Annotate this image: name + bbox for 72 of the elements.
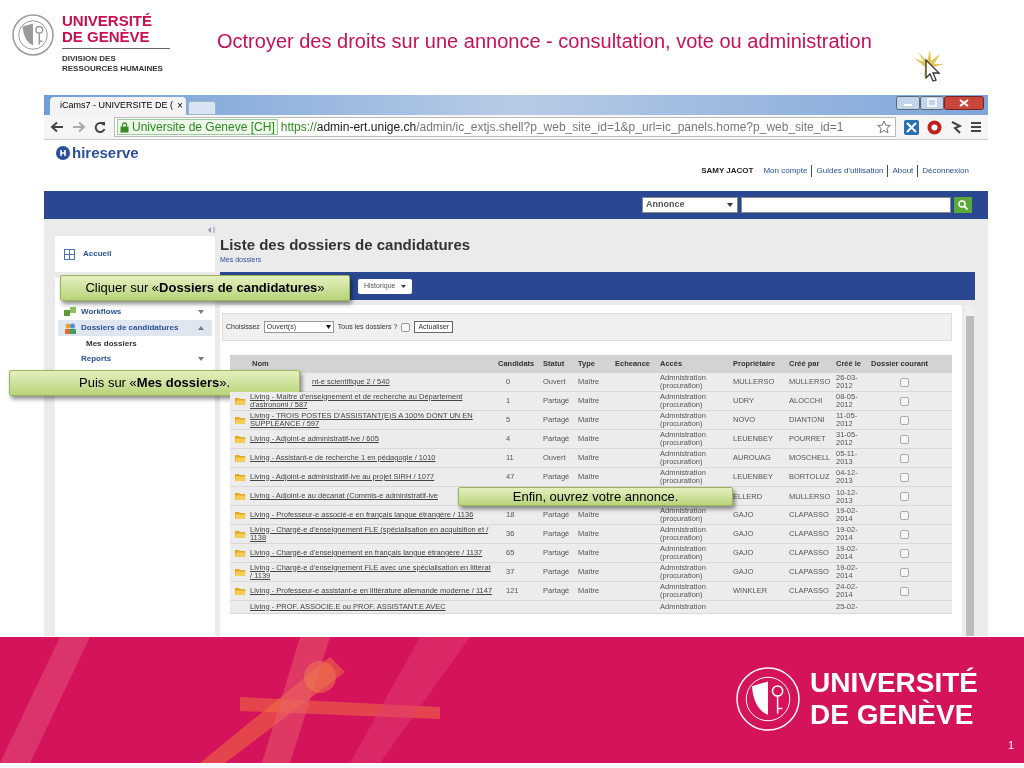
seal-icon <box>736 667 800 731</box>
checkbox[interactable] <box>900 453 909 463</box>
tab-title: iCams7 - UNIVERSITE DE ( <box>60 99 173 113</box>
forward-icon[interactable] <box>72 121 86 133</box>
search-icon <box>958 200 968 210</box>
checkbox[interactable] <box>900 492 909 501</box>
page-title: Liste des dossiers de candidatures <box>220 236 472 253</box>
checkbox[interactable] <box>900 529 909 539</box>
checkbox[interactable] <box>401 322 411 332</box>
search-field[interactable] <box>741 197 951 213</box>
grid-icon <box>64 248 75 260</box>
home-menu-item[interactable]: Accueil <box>55 236 215 272</box>
address-bar[interactable]: Universite de Geneve [CH] https://admin-ert.unige.ch/admin/ic_extjs.shell?p_web_site_id=1&p_url=ic_panels.home?p_web_site_id=1 <box>114 117 896 137</box>
back-icon[interactable] <box>50 121 64 133</box>
header-link[interactable]: About <box>887 165 918 177</box>
menu-icon[interactable] <box>970 121 982 133</box>
caret-icon <box>198 310 204 314</box>
collapse-icon[interactable] <box>208 227 215 233</box>
checkbox[interactable] <box>900 415 909 425</box>
caret-icon <box>198 357 204 361</box>
search-button[interactable] <box>954 197 972 213</box>
caret-icon <box>400 284 406 288</box>
security-label: Universite de Geneve [CH] <box>132 119 275 136</box>
checkbox[interactable] <box>900 377 909 387</box>
extension-icon[interactable] <box>950 119 962 135</box>
new-tab-button[interactable] <box>188 101 216 115</box>
header-link[interactable]: Mon compte <box>759 165 812 177</box>
type-select[interactable]: Annonce <box>642 197 738 213</box>
page-number: 1 <box>1007 737 1014 753</box>
user-name: SAMY JACOT <box>701 165 754 177</box>
logo-text: DE GENÈVE <box>810 699 975 731</box>
lock-icon <box>120 121 129 133</box>
close-icon[interactable]: × <box>177 101 183 111</box>
callout-note: Enfin, ouvrez votre annonce. <box>458 487 733 506</box>
caret-icon <box>198 326 204 330</box>
checkbox[interactable] <box>900 510 909 520</box>
extension-icon[interactable] <box>927 119 942 135</box>
browser-tab[interactable]: iCams7 - UNIVERSITE DE ( × <box>50 97 186 115</box>
scrollbar-thumb[interactable] <box>966 316 974 636</box>
checkbox[interactable] <box>900 472 909 482</box>
logo-text: DE GENÈVE <box>62 29 151 45</box>
division-text: DIVISION DES <box>62 54 117 64</box>
header-link[interactable]: Guides d'utilisation <box>811 165 888 177</box>
people-icon <box>64 322 76 334</box>
checkbox[interactable] <box>900 434 909 444</box>
brand-name: hireserve <box>72 145 139 161</box>
star-icon[interactable] <box>877 120 891 134</box>
url-text: https://admin-ert.unige.ch/admin/ic_extjs.shell?p_web_site_id=1&p_url=ic_panels.home?p_web_site_id=1 <box>280 119 844 136</box>
slide-title: Octroyer des droits sur une annonce - consultation, vote ou administration <box>217 29 872 53</box>
checkbox[interactable] <box>900 548 909 558</box>
caret-icon <box>726 202 734 208</box>
sidebar-item[interactable]: Dossiers de candidatures <box>58 320 212 336</box>
checkbox[interactable] <box>900 567 909 577</box>
reload-icon[interactable] <box>94 121 106 133</box>
workflow-icon <box>64 307 76 317</box>
sidebar-item[interactable]: Reports <box>58 351 212 367</box>
header-link[interactable]: Déconnexion <box>917 165 973 177</box>
checkbox[interactable] <box>900 586 909 596</box>
seal-icon <box>12 14 54 56</box>
close-icon[interactable] <box>944 96 984 110</box>
extension-icon[interactable] <box>904 119 919 135</box>
minimize-icon[interactable] <box>896 96 920 110</box>
checkbox[interactable] <box>900 396 909 406</box>
division-text: RESSOURCES HUMAINES <box>62 64 164 74</box>
maximize-icon[interactable] <box>920 96 944 110</box>
logo-text: UNIVERSITÉ <box>62 13 153 29</box>
sidebar-item[interactable]: Workflows <box>58 304 212 320</box>
sidebar-subitem[interactable]: Mes dossiers <box>58 336 212 351</box>
caret-icon <box>325 325 331 329</box>
callout-note: Cliquer sur «Dossiers de candidatures» <box>60 275 350 301</box>
hireserve-logo-icon <box>56 146 70 160</box>
logo-text: UNIVERSITÉ <box>810 667 979 699</box>
